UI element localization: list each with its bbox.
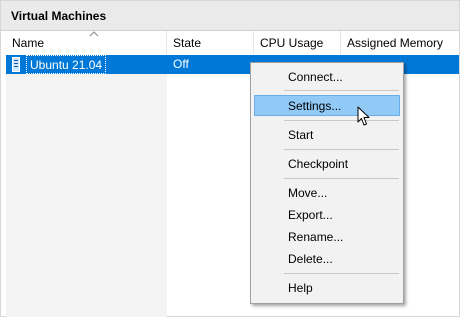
menu-separator xyxy=(284,90,399,91)
vm-icon xyxy=(12,57,20,72)
menu-separator xyxy=(284,120,399,121)
context-menu: Connect... Settings... Start Checkpoint … xyxy=(250,62,404,304)
column-header-state-label: State xyxy=(173,36,202,50)
mouse-pointer-icon xyxy=(357,106,370,126)
menu-item-settings[interactable]: Settings... xyxy=(254,95,400,116)
column-header-name-label: Name xyxy=(12,36,45,50)
vm-state: Off xyxy=(173,57,189,71)
menu-item-move[interactable]: Move... xyxy=(254,182,400,203)
sort-ascending-icon xyxy=(89,31,99,37)
menu-item-start[interactable]: Start xyxy=(254,124,400,145)
grid-header: Name State CPU Usage Assigned Memory xyxy=(1,31,459,54)
column-header-assigned-memory[interactable]: Assigned Memory xyxy=(341,31,460,54)
menu-item-rename[interactable]: Rename... xyxy=(254,226,400,247)
name-column-background xyxy=(6,55,167,317)
panel-title: Virtual Machines xyxy=(11,9,107,23)
virtual-machines-panel: Virtual Machines Name State CPU Usage As… xyxy=(0,0,460,317)
menu-separator xyxy=(284,178,399,179)
panel-header: Virtual Machines xyxy=(1,1,459,31)
menu-item-help[interactable]: Help xyxy=(254,277,400,298)
vm-name: Ubuntu 21.04 xyxy=(26,55,107,74)
menu-separator xyxy=(284,149,399,150)
menu-item-delete[interactable]: Delete... xyxy=(254,248,400,269)
column-header-cpu-usage[interactable]: CPU Usage xyxy=(254,31,341,54)
menu-separator xyxy=(284,273,399,274)
column-header-cpu-label: CPU Usage xyxy=(260,36,324,50)
menu-item-checkpoint[interactable]: Checkpoint xyxy=(254,153,400,174)
column-header-name[interactable]: Name xyxy=(6,31,167,54)
column-header-memory-label: Assigned Memory xyxy=(347,36,444,50)
column-header-state[interactable]: State xyxy=(167,31,254,54)
menu-item-export[interactable]: Export... xyxy=(254,204,400,225)
menu-item-connect[interactable]: Connect... xyxy=(254,66,400,87)
